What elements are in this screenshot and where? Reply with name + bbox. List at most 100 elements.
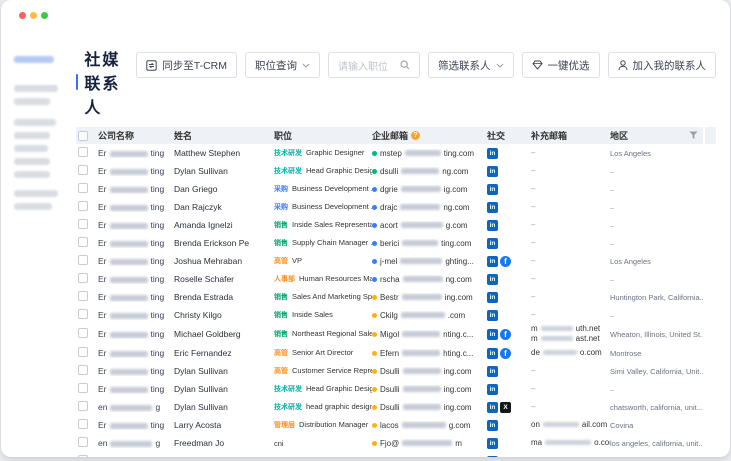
social-cell: in	[487, 202, 531, 213]
facebook-icon[interactable]: f	[500, 348, 511, 359]
linkedin-icon[interactable]: in	[487, 456, 498, 458]
linkedin-icon[interactable]: in	[487, 292, 498, 303]
visible-suffix: ting	[151, 420, 165, 430]
visible-suffix: ting	[151, 310, 165, 320]
sync-to-tcrm-button[interactable]: 同步至T-CRM	[136, 52, 237, 78]
empty-value: –	[531, 384, 535, 393]
company-cell: eng	[98, 402, 174, 412]
row-checkbox[interactable]	[78, 201, 88, 211]
minimize-window-button[interactable]	[30, 12, 37, 19]
maximize-window-button[interactable]	[41, 12, 48, 19]
supp-email-cell: –	[531, 402, 610, 412]
linkedin-icon[interactable]: in	[487, 348, 498, 359]
linkedin-icon[interactable]: in	[487, 384, 498, 395]
add-to-my-contacts-button[interactable]: 加入我的联系人	[608, 52, 717, 78]
x-icon[interactable]: X	[500, 402, 511, 413]
linkedin-icon[interactable]: in	[487, 310, 498, 321]
row-checkbox[interactable]	[78, 255, 88, 265]
checkbox-cell	[76, 162, 98, 180]
email: Ckilg.com	[380, 311, 465, 320]
email-cell: dgrieig.com	[372, 185, 487, 194]
company-name: Erting	[98, 348, 164, 358]
visible-prefix: Er	[98, 366, 107, 376]
linkedin-icon[interactable]: in	[487, 220, 498, 231]
table-row: ErtingMatthew Stephen技术研发Graphic Designe…	[76, 144, 716, 162]
row-checkbox[interactable]	[78, 419, 88, 429]
linkedin-icon[interactable]: in	[487, 166, 498, 177]
linkedin-icon[interactable]: in	[487, 184, 498, 195]
sidebar-item[interactable]	[14, 203, 52, 210]
linkedin-icon[interactable]: in	[487, 202, 498, 213]
supp-email-cell: –	[531, 256, 610, 266]
position-query-select[interactable]: 职位查询	[245, 52, 320, 78]
email-cell: Bestring.com	[372, 293, 487, 302]
facebook-icon[interactable]: f	[500, 329, 511, 340]
linkedin-icon[interactable]: in	[487, 256, 498, 267]
sidebar-item[interactable]	[14, 190, 58, 197]
select-all-checkbox[interactable]	[78, 131, 88, 141]
row-checkbox[interactable]	[78, 219, 88, 229]
contact-name: Dylan Sullivan	[174, 166, 274, 176]
sidebar-item[interactable]	[14, 56, 54, 63]
linkedin-icon[interactable]: in	[487, 366, 498, 377]
visible-suffix: ing.com	[444, 367, 472, 376]
company-cell: eng	[98, 438, 174, 448]
search-icon[interactable]	[400, 60, 410, 70]
linkedin-icon[interactable]: in	[487, 329, 498, 340]
position-query-label: 职位查询	[255, 58, 297, 73]
filter-contacts-select[interactable]: 筛选联系人	[428, 52, 514, 78]
row-checkbox[interactable]	[78, 237, 88, 247]
table-row: ErtingLarry Acosta管理层Distribution Manage…	[76, 416, 716, 434]
contact-name: Dylan Sullivan	[174, 384, 274, 394]
supp-email: onail.com	[531, 420, 610, 430]
row-checkbox[interactable]	[78, 437, 88, 447]
one-click-optimize-button[interactable]: 一键优选	[522, 52, 600, 78]
position-search-input[interactable]: 请输入职位	[328, 52, 420, 78]
sidebar-item[interactable]	[14, 171, 50, 178]
position-title: Northeast Regional Sale...	[292, 329, 372, 338]
blurred-text	[402, 294, 442, 300]
visible-prefix: en	[98, 402, 107, 412]
row-checkbox[interactable]	[78, 328, 88, 338]
row-checkbox[interactable]	[78, 455, 88, 457]
help-icon[interactable]: ?	[411, 131, 420, 140]
supp-email-cell: –	[531, 220, 610, 230]
row-checkbox[interactable]	[78, 383, 88, 393]
row-checkbox[interactable]	[78, 147, 88, 157]
position-cell: cni	[274, 439, 372, 448]
checkbox-cell	[76, 362, 98, 380]
sidebar-item[interactable]	[14, 85, 58, 92]
visible-suffix: ting.com	[441, 239, 471, 248]
row-checkbox[interactable]	[78, 347, 88, 357]
sidebar-item[interactable]	[14, 132, 50, 139]
sidebar-item[interactable]	[14, 119, 56, 126]
linkedin-icon[interactable]: in	[487, 238, 498, 249]
row-checkbox[interactable]	[78, 183, 88, 193]
row-checkbox[interactable]	[78, 165, 88, 175]
checkbox-cell	[76, 434, 98, 452]
visible-prefix: Dsulli	[380, 403, 400, 412]
linkedin-icon[interactable]: in	[487, 420, 498, 431]
position-cell: 销售Northeast Regional Sale...	[274, 329, 372, 339]
sidebar-item[interactable]	[14, 98, 50, 105]
close-window-button[interactable]	[19, 12, 26, 19]
row-checkbox[interactable]	[78, 291, 88, 301]
contact-name: Dylan Sullivan	[174, 402, 274, 412]
sidebar-item[interactable]	[14, 145, 48, 152]
row-checkbox[interactable]	[78, 309, 88, 319]
row-checkbox[interactable]	[78, 401, 88, 411]
linkedin-icon[interactable]: in	[487, 438, 498, 449]
linkedin-icon[interactable]: in	[487, 274, 498, 285]
email-status-dot	[372, 223, 377, 228]
checkbox-cell	[76, 216, 98, 234]
linkedin-icon[interactable]: in	[487, 148, 498, 159]
blurred-text	[110, 387, 148, 393]
linkedin-icon[interactable]: in	[487, 402, 498, 413]
row-checkbox[interactable]	[78, 365, 88, 375]
row-checkbox[interactable]	[78, 273, 88, 283]
filter-funnel-icon[interactable]	[689, 131, 698, 140]
sidebar-item[interactable]	[14, 158, 50, 165]
blurred-text	[403, 368, 441, 374]
visible-prefix: Ckilg	[380, 311, 398, 320]
facebook-icon[interactable]: f	[500, 256, 511, 267]
